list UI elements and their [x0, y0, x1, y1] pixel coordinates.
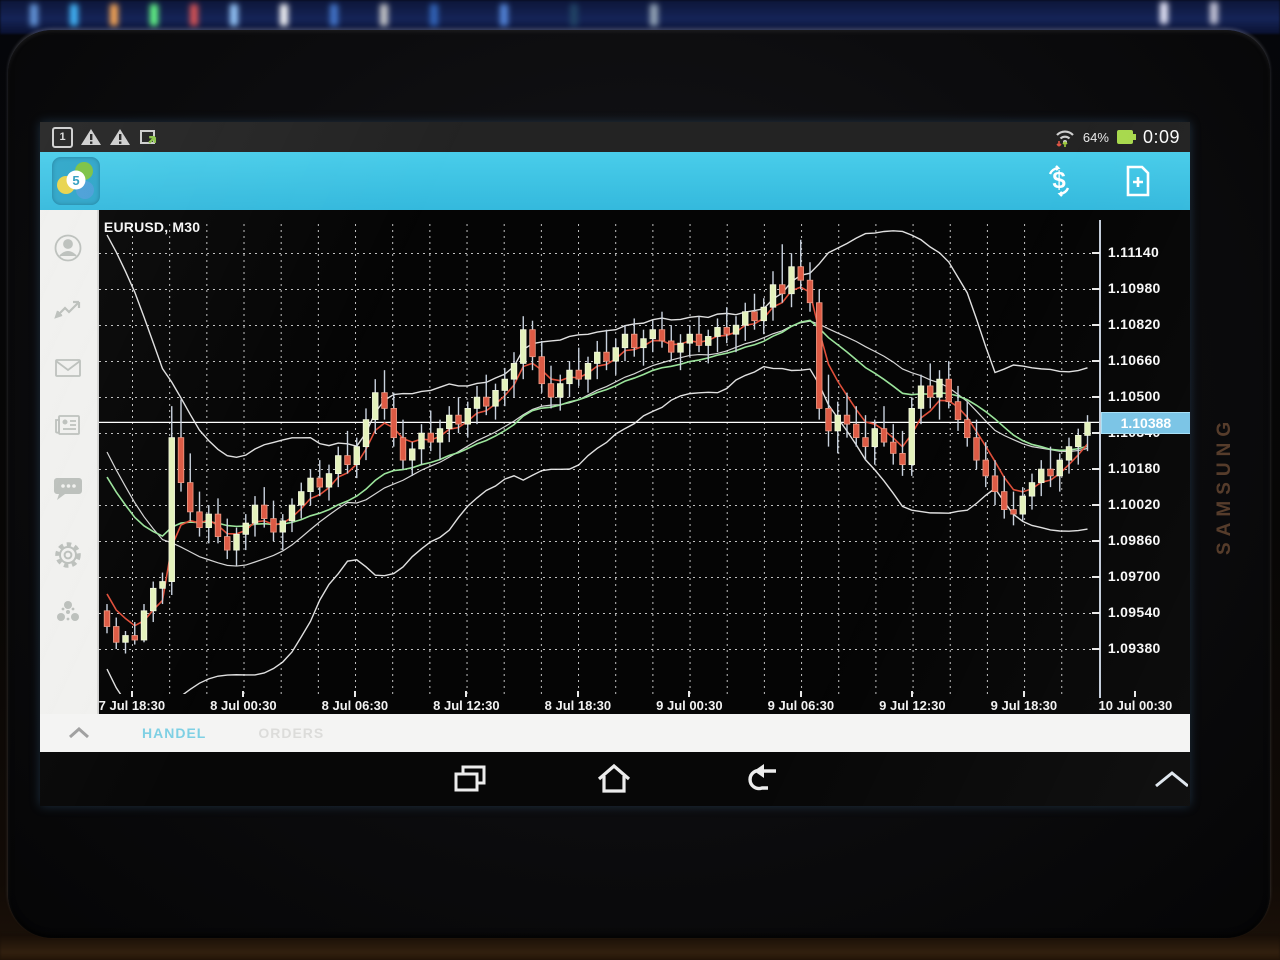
price-axis-label: 1.10180 — [1108, 460, 1161, 476]
time-tick — [688, 691, 690, 697]
time-tick — [800, 691, 802, 697]
photo-of-tablet: SAMSUNG 1 64 — [0, 0, 1280, 960]
home-button[interactable] — [596, 762, 632, 796]
new-order-icon[interactable] — [1122, 164, 1154, 198]
time-tick — [242, 691, 244, 697]
svg-text:$: $ — [1052, 167, 1066, 194]
price-tick — [1092, 540, 1100, 542]
price-tick — [1092, 324, 1100, 326]
price-tick — [1092, 432, 1100, 434]
price-axis-label: 1.11140 — [1108, 244, 1159, 260]
time-tick — [354, 691, 356, 697]
price-axis-label: 1.10660 — [1108, 352, 1161, 368]
warning-icon — [109, 127, 131, 147]
price-tick — [1092, 252, 1100, 254]
notification-count-icon: 1 — [52, 127, 73, 148]
tab-handel[interactable]: HANDEL — [142, 725, 206, 741]
settings-gear-icon[interactable] — [51, 538, 85, 572]
metatrader-logo[interactable]: 5 — [52, 157, 100, 205]
screenshot-icon — [138, 127, 162, 147]
price-tick — [1092, 288, 1100, 290]
background-monitor — [0, 0, 1280, 34]
trade-currency-icon[interactable]: $ — [1042, 164, 1076, 198]
price-tick — [1092, 504, 1100, 506]
app-toolbar: 5 $ — [40, 152, 1190, 210]
time-axis-label: 8 Jul 00:30 — [195, 698, 291, 713]
news-icon[interactable] — [51, 408, 85, 442]
chart-area[interactable]: EURUSD, M30 1.11140 1.10980 1.10820 1.10660… — [98, 210, 1190, 714]
price-tick — [1092, 468, 1100, 470]
time-tick — [911, 691, 913, 697]
time-axis-label: 7 Jul 18:30 — [84, 698, 180, 713]
price-axis-label: 1.10820 — [1108, 316, 1161, 332]
bottom-tab-bar: HANDEL ORDERS — [40, 714, 1190, 756]
price-axis-label: 1.09700 — [1108, 568, 1161, 584]
time-tick — [1134, 691, 1136, 697]
wifi-updown-icon — [1053, 127, 1077, 147]
warning-icon — [80, 127, 102, 147]
time-axis-label: 9 Jul 12:30 — [864, 698, 960, 713]
time-tick — [1023, 691, 1025, 697]
android-nav-bar — [40, 752, 1190, 806]
back-button[interactable] — [746, 762, 782, 796]
chat-icon[interactable] — [51, 471, 85, 505]
price-tick — [1092, 360, 1100, 362]
community-icon[interactable] — [51, 595, 85, 629]
recents-button[interactable] — [452, 762, 488, 796]
battery-percent: 64% — [1083, 130, 1109, 145]
time-axis-label: 9 Jul 18:30 — [976, 698, 1072, 713]
time-axis-label: 8 Jul 06:30 — [307, 698, 403, 713]
tablet-body: SAMSUNG 1 64 — [8, 30, 1270, 938]
price-axis-label: 1.09380 — [1108, 640, 1161, 656]
price-axis-label: 1.10020 — [1108, 496, 1161, 512]
trade-arrows-icon[interactable] — [51, 291, 85, 325]
background-taskbar-icons — [30, 4, 38, 26]
collapse-panel-icon[interactable] — [68, 727, 90, 739]
tablet-screen: 1 64% 0:09 — [40, 122, 1190, 806]
candlestick-chart-canvas[interactable] — [99, 224, 1099, 694]
sidebar — [40, 210, 98, 714]
time-axis-label: 9 Jul 00:30 — [641, 698, 737, 713]
time-tick — [577, 691, 579, 697]
price-axis-label: 1.09540 — [1108, 604, 1161, 620]
mailbox-icon[interactable] — [51, 351, 85, 385]
collapse-chevron-button[interactable] — [1152, 768, 1188, 802]
tab-orders[interactable]: ORDERS — [258, 725, 324, 741]
battery-icon — [1115, 128, 1137, 146]
price-tick — [1092, 396, 1100, 398]
price-tick — [1092, 576, 1100, 578]
time-axis-label: 9 Jul 06:30 — [753, 698, 849, 713]
status-bar[interactable]: 1 64% 0:09 — [40, 122, 1190, 153]
account-icon[interactable] — [51, 231, 85, 265]
time-tick — [465, 691, 467, 697]
samsung-logo: SAMSUNG — [1196, 385, 1254, 585]
svg-text:5: 5 — [72, 173, 79, 188]
price-axis-line — [1099, 220, 1101, 698]
clock: 0:09 — [1143, 127, 1180, 148]
time-axis-label: 10 Jul 00:30 — [1087, 698, 1183, 713]
current-price-badge: 1.10388 — [1101, 412, 1190, 434]
price-tick — [1092, 648, 1100, 650]
price-tick — [1092, 612, 1100, 614]
chart-symbol-label: EURUSD, M30 — [104, 219, 200, 235]
price-axis-label: 1.10500 — [1108, 388, 1161, 404]
time-axis-label: 8 Jul 12:30 — [418, 698, 514, 713]
price-axis-label: 1.10980 — [1108, 280, 1161, 296]
price-axis-label: 1.09860 — [1108, 532, 1161, 548]
time-axis-label: 8 Jul 18:30 — [530, 698, 626, 713]
time-tick — [131, 691, 133, 697]
